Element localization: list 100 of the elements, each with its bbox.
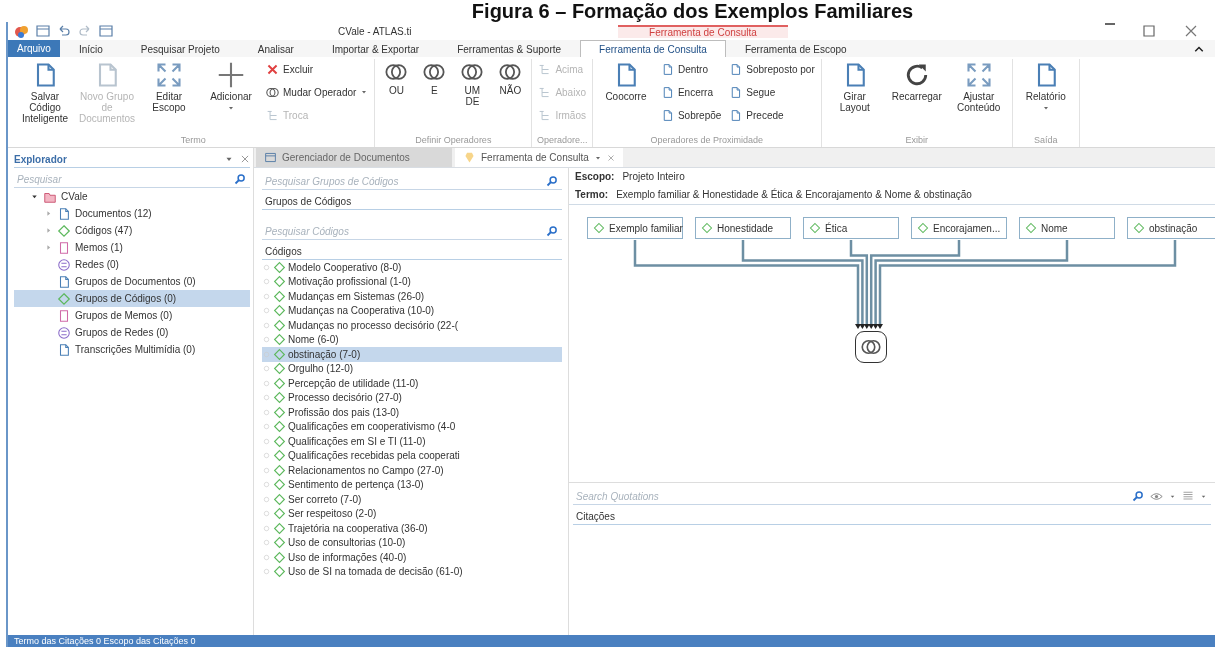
- tree-item[interactable]: Códigos (47): [75, 225, 133, 236]
- ribbon-button[interactable]: UM DE: [455, 59, 490, 109]
- document-tab[interactable]: Ferramenta de Consulta: [455, 148, 623, 167]
- code-item[interactable]: Uso de informações (40-0): [262, 550, 562, 565]
- ribbon-button[interactable]: Editar Escopo: [140, 59, 198, 115]
- caret-icon: [1041, 104, 1050, 112]
- ribbon-button[interactable]: Girar Layout: [825, 59, 884, 115]
- code-item[interactable]: Modelo Cooperativo (8-0): [262, 260, 562, 275]
- network-icon: [57, 325, 71, 340]
- code-item[interactable]: Motivação profissional (1-0): [262, 274, 562, 289]
- code-item[interactable]: Mudanças na Cooperativa (10-0): [262, 303, 562, 318]
- hierarchy-icon: [538, 85, 552, 99]
- bullet-icon: [262, 422, 271, 432]
- code-item[interactable]: Trajetória na cooperativa (36-0): [262, 521, 562, 536]
- search-icon: [546, 225, 558, 237]
- ribbon-button[interactable]: Salvar Código Inteligente: [16, 59, 74, 126]
- ribbon-button[interactable]: Precede: [727, 105, 817, 125]
- tree-item[interactable]: Grupos de Redes (0): [75, 327, 169, 338]
- ribbon-tab[interactable]: Analisar: [238, 40, 313, 57]
- ribbon-button[interactable]: Ajustar Conteúdo: [949, 59, 1008, 115]
- ribbon-button[interactable]: Segue: [727, 82, 817, 102]
- code-item[interactable]: Mudanças no processo decisório (22-(: [262, 318, 562, 333]
- code-item[interactable]: Percepção de utilidade (11-0): [262, 376, 562, 391]
- ribbon-tab[interactable]: Importar & Exportar: [312, 40, 439, 57]
- query-node[interactable]: obstinação: [1127, 217, 1215, 239]
- tree-item[interactable]: Documentos (12): [75, 208, 152, 219]
- code-item[interactable]: Ser respeitoso (2-0): [262, 506, 562, 521]
- ribbon-button[interactable]: Encerra: [658, 82, 724, 102]
- tree-item[interactable]: Grupos de Memos (0): [75, 310, 173, 321]
- code-item[interactable]: Orgulho (12-0): [262, 361, 562, 376]
- document-tab[interactable]: Gerenciador de Documentos: [256, 148, 452, 167]
- ribbon-tab[interactable]: Pesquisar Projeto: [121, 40, 239, 57]
- code-item[interactable]: obstinação (7-0): [262, 347, 562, 362]
- ribbon-button[interactable]: E: [417, 59, 452, 98]
- diamond-icon: [57, 291, 71, 306]
- document-icon: [57, 342, 71, 357]
- bullet-icon: [262, 407, 271, 417]
- network-icon: [57, 257, 71, 272]
- tree-item[interactable]: Memos (1): [75, 242, 123, 253]
- code-item[interactable]: Uso de SI na tomada de decisão (61-0): [262, 564, 562, 579]
- code-item[interactable]: Qualificações em cooperativismo (4-0: [262, 419, 562, 434]
- diamond-icon: [273, 463, 286, 477]
- query-node[interactable]: Nome: [1019, 217, 1115, 239]
- ribbon-button[interactable]: Sobrepõe: [658, 105, 724, 125]
- search-field[interactable]: Pesquisar: [14, 171, 234, 187]
- code-item[interactable]: Relacionamentos no Campo (27-0): [262, 463, 562, 478]
- code-item[interactable]: Nome (6-0): [262, 332, 562, 347]
- tree-item[interactable]: Redes (0): [75, 259, 119, 270]
- ribbon-button[interactable]: Mudar Operador: [264, 82, 371, 102]
- diamond-icon: [273, 536, 286, 550]
- search-field[interactable]: Pesquisar Grupos de Códigos: [262, 173, 546, 189]
- diamond-icon: [273, 304, 286, 318]
- ribbon-button[interactable]: Recarregar: [887, 59, 946, 104]
- ribbon-button[interactable]: Excluir: [264, 59, 371, 79]
- ribbon-button[interactable]: Dentro: [658, 59, 724, 79]
- ribbon-button[interactable]: Adicionar: [202, 59, 260, 114]
- venn-icon: [266, 85, 279, 99]
- ribbon-button[interactable]: Sobreposto por: [727, 59, 817, 79]
- file-menu-button[interactable]: Arquivo: [8, 40, 60, 57]
- tree-item[interactable]: Grupos de Documentos (0): [75, 276, 196, 287]
- list-icon: [1182, 490, 1194, 502]
- diamond-icon: [273, 391, 286, 405]
- code-item[interactable]: Processo decisório (27-0): [262, 390, 562, 405]
- code-item[interactable]: Sentimento de pertença (13-0): [262, 477, 562, 492]
- document-icon: [729, 62, 743, 76]
- ribbon-button[interactable]: NÃO: [493, 59, 528, 98]
- ribbon-group-label: Operadores de Proximidade: [649, 135, 765, 147]
- ribbon-tab[interactable]: Ferramenta de Escopo: [725, 40, 866, 57]
- tree-item[interactable]: Transcrições Multimídia (0): [75, 344, 196, 355]
- query-node[interactable]: Exemplo familiar: [587, 217, 683, 239]
- ribbon-tab[interactable]: Início: [59, 40, 122, 57]
- search-field[interactable]: Pesquisar Códigos: [262, 223, 546, 239]
- diamond-icon: [273, 333, 286, 347]
- tree-item[interactable]: CVale: [61, 191, 88, 202]
- code-item[interactable]: Qualificações em SI e TI (11-0): [262, 434, 562, 449]
- code-item[interactable]: Ser correto (7-0): [262, 492, 562, 507]
- operator-node[interactable]: [855, 331, 887, 363]
- code-item[interactable]: Mudanças em Sistemas (26-0): [262, 289, 562, 304]
- document-icon: [57, 274, 71, 289]
- venn-icon: [861, 337, 881, 357]
- figure-caption: Figura 6 – Formação dos Exemplos Familiares: [470, 0, 915, 22]
- diamond-icon: [273, 347, 286, 361]
- app-icon: [14, 23, 30, 39]
- panel-title: Explorador: [14, 153, 67, 165]
- query-node[interactable]: Encorajamen...: [911, 217, 1007, 239]
- query-node[interactable]: Ética: [803, 217, 899, 239]
- query-node[interactable]: Honestidade: [695, 217, 791, 239]
- window-icon: [264, 151, 277, 164]
- ribbon-tab[interactable]: Ferramentas & Suporte: [438, 40, 581, 57]
- diamond-icon: [809, 222, 821, 234]
- ribbon-button[interactable]: Relatório: [1016, 59, 1075, 114]
- diamond-icon: [273, 275, 286, 289]
- ribbon-button[interactable]: OU: [379, 59, 414, 98]
- code-item[interactable]: Uso de consultorias (10-0): [262, 535, 562, 550]
- ribbon-tab[interactable]: Ferramenta de Consulta: [580, 40, 726, 57]
- code-item[interactable]: Qualificações recebidas pela cooperati: [262, 448, 562, 463]
- code-item[interactable]: Profissão dos pais (13-0): [262, 405, 562, 420]
- document-icon: [729, 85, 743, 99]
- search-field[interactable]: Search Quotations: [573, 488, 1126, 504]
- ribbon-button[interactable]: Coocorre: [596, 59, 655, 104]
